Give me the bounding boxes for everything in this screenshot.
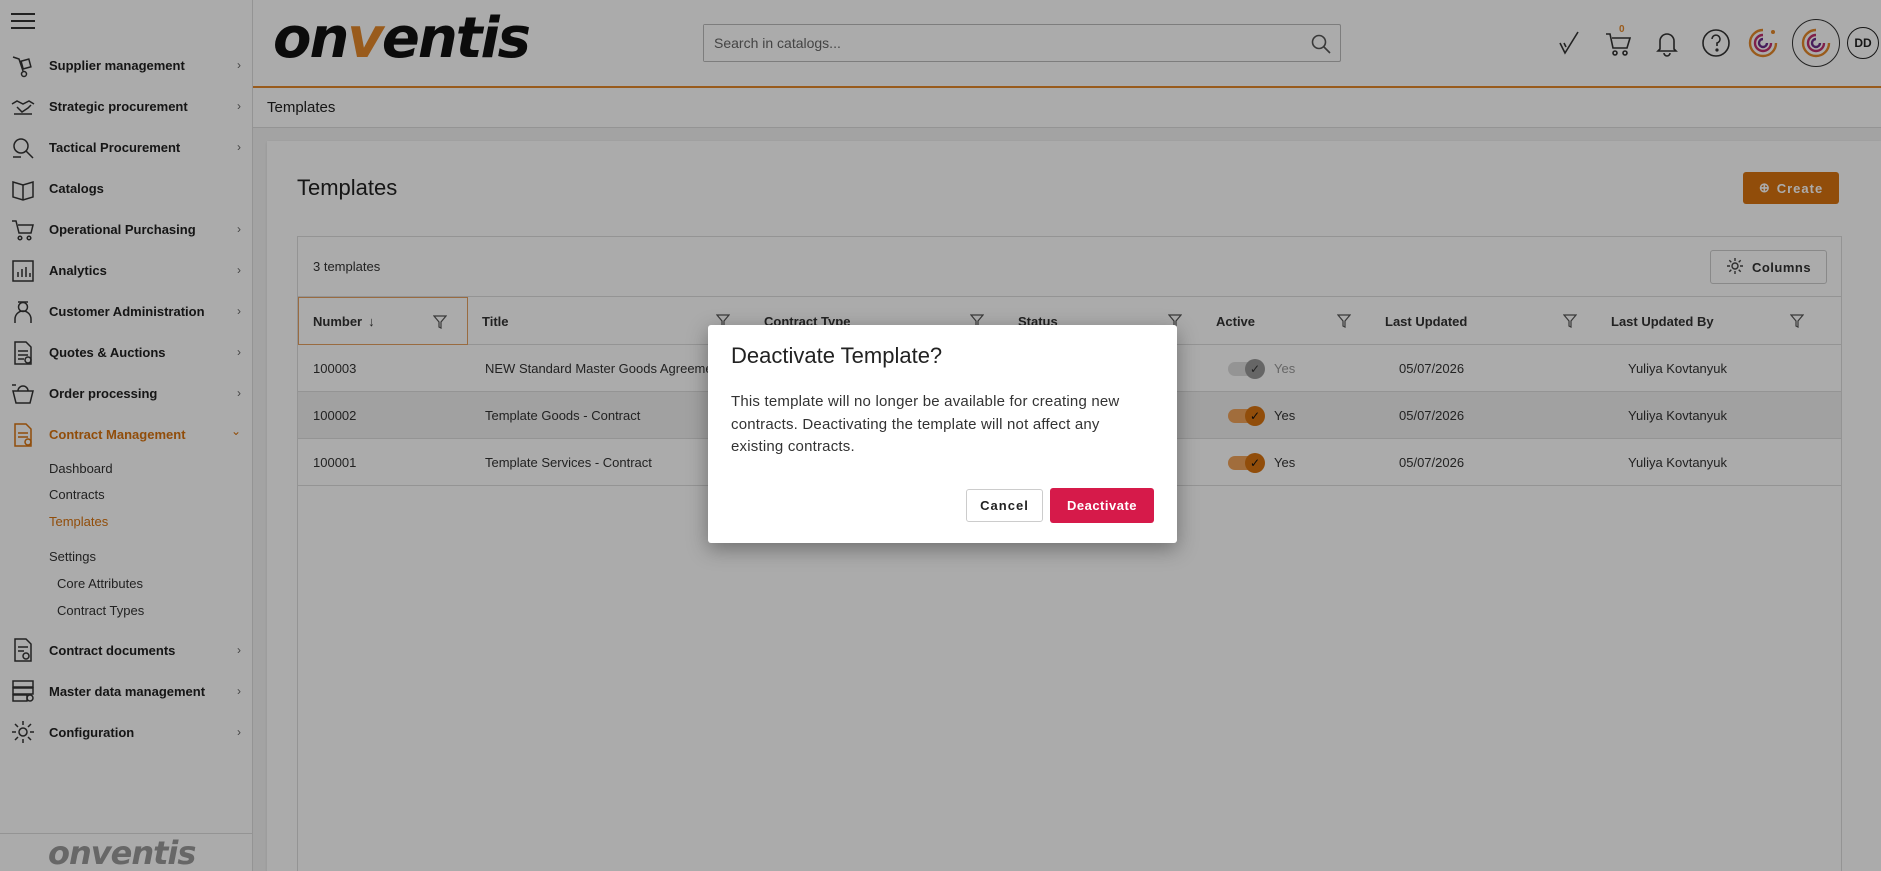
cancel-button[interactable]: Cancel — [966, 489, 1043, 522]
deactivate-button[interactable]: Deactivate — [1050, 488, 1154, 523]
deactivate-template-dialog: Deactivate Template? This template will … — [708, 325, 1177, 543]
dialog-message: This template will no longer be availabl… — [731, 393, 1120, 455]
dialog-title: Deactivate Template? — [731, 343, 943, 368]
